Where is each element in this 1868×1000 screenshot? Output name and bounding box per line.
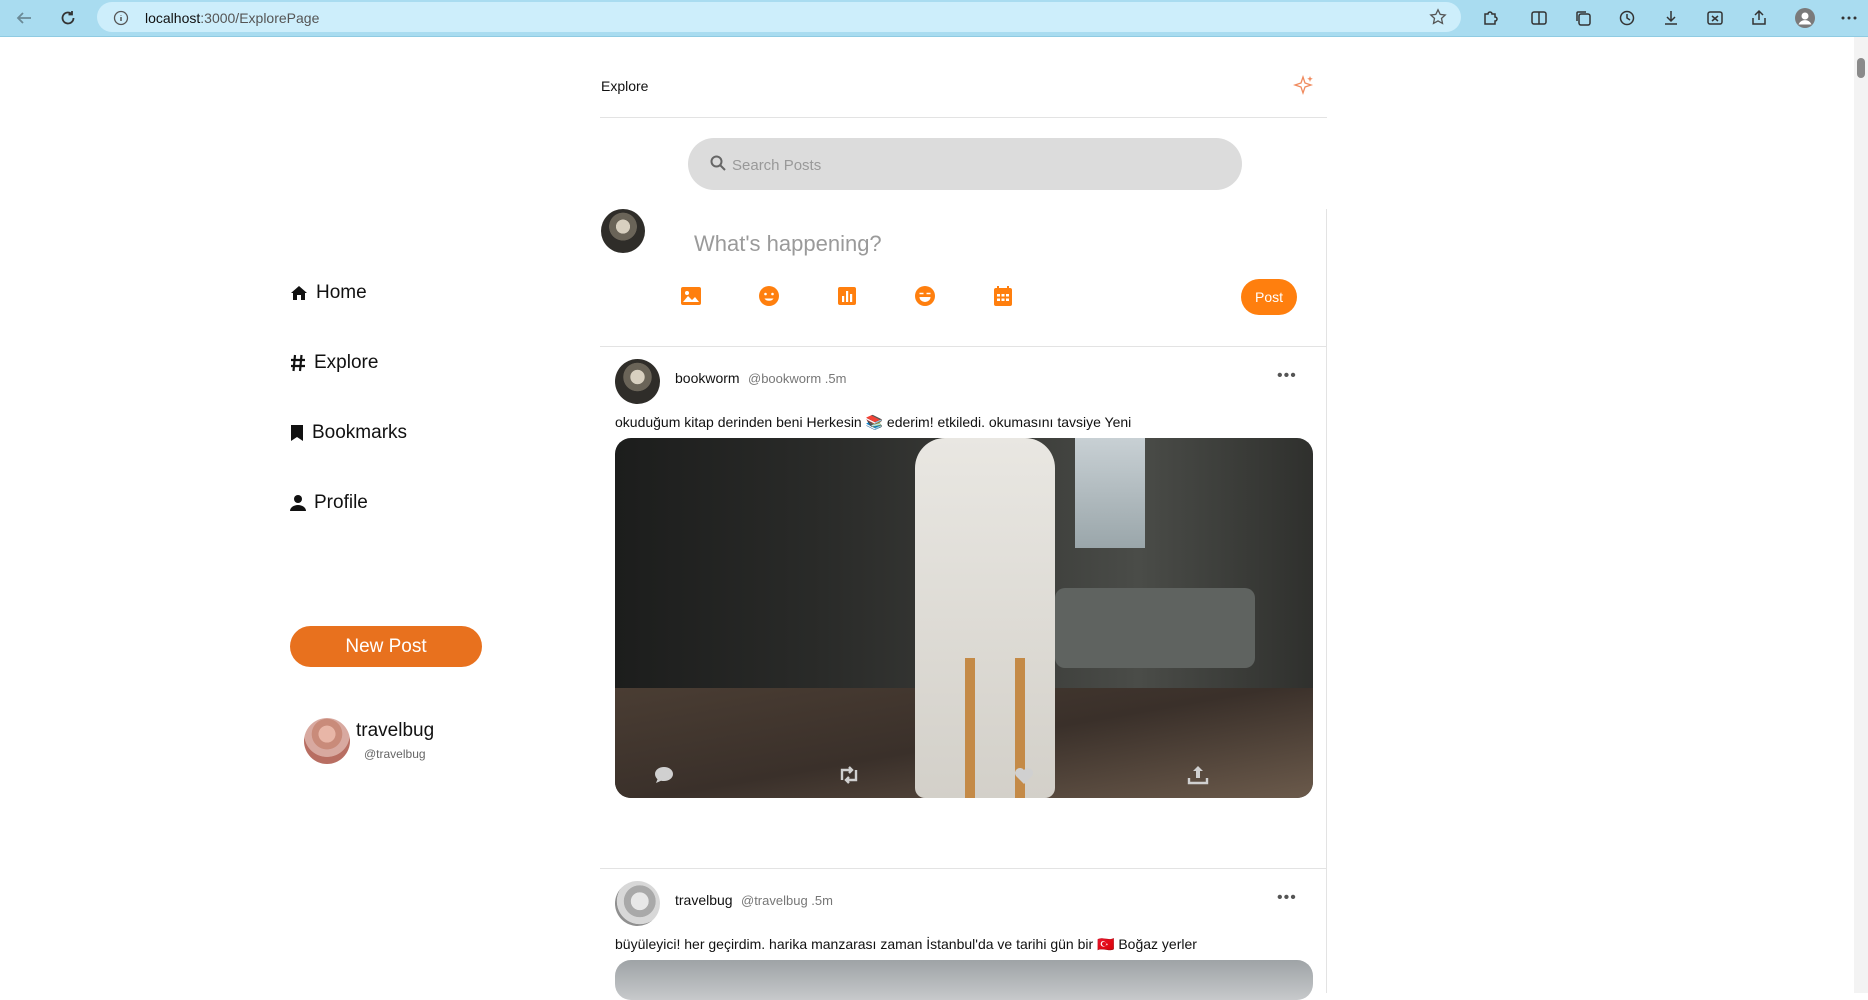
avatar[interactable]	[615, 359, 660, 404]
bookmark-icon	[291, 425, 303, 441]
avatar	[601, 209, 645, 253]
post-meta: @travelbug .5m	[741, 893, 833, 908]
user-icon	[290, 495, 306, 511]
extensions-button[interactable]	[1478, 6, 1502, 30]
post-text: okuduğum kitap derinden beni Herkesin 📚 …	[615, 414, 1132, 430]
post-author-name[interactable]: bookworm	[675, 370, 740, 386]
comment-icon	[655, 767, 673, 783]
current-user-name: travelbug	[356, 720, 435, 741]
emoji-button[interactable]	[756, 283, 782, 309]
collections-button[interactable]	[1571, 6, 1595, 30]
url-text: localhost:3000/ExplorePage	[145, 10, 320, 26]
upload-share-icon	[1187, 766, 1209, 785]
browser-toolbar: localhost:3000/ExplorePage	[0, 0, 1868, 37]
post-photo	[615, 438, 1313, 798]
search-input[interactable]	[730, 152, 1214, 178]
favorite-star-icon[interactable]	[1429, 8, 1447, 26]
settings-menu-button[interactable]	[1837, 6, 1861, 30]
reload-button[interactable]	[56, 6, 80, 30]
sidebar-item-label: Home	[316, 282, 367, 303]
page-scrollbar[interactable]	[1854, 37, 1868, 993]
avatar[interactable]	[615, 881, 660, 926]
post-author-name[interactable]: travelbug	[675, 892, 733, 908]
main-feed: Explore Post bookworm @bookwor	[600, 37, 1327, 1000]
schedule-button[interactable]	[990, 283, 1016, 309]
site-info-icon[interactable]	[113, 10, 129, 26]
profile-button[interactable]	[1793, 6, 1817, 30]
sidebar-item-label: Bookmarks	[312, 422, 408, 443]
reload-icon	[61, 11, 75, 25]
search-icon	[710, 155, 726, 171]
reply-button[interactable]	[651, 762, 677, 788]
address-bar[interactable]: localhost:3000/ExplorePage	[97, 2, 1461, 32]
poll-icon	[838, 287, 856, 305]
profile-avatar-icon	[1795, 8, 1815, 28]
new-post-button[interactable]: New Post	[290, 626, 482, 667]
share-icon	[1752, 9, 1766, 25]
downloads-button[interactable]	[1659, 6, 1683, 30]
split-screen-button[interactable]	[1527, 6, 1551, 30]
sidebar-item-profile[interactable]: Profile	[290, 492, 368, 514]
post-card: bookworm @bookworm .5m ••• okuduğum kita…	[600, 347, 1327, 869]
post-text: büyüleyici! her geçirdim. harika manzara…	[615, 936, 1197, 952]
post-photo	[615, 960, 1313, 1000]
heart-icon	[1015, 768, 1033, 784]
download-icon	[1665, 11, 1677, 25]
more-horizontal-icon	[1841, 16, 1857, 20]
post-options-button[interactable]: •••	[1277, 889, 1297, 907]
sidebar-item-label: Explore	[314, 352, 379, 373]
share-post-button[interactable]	[1185, 762, 1211, 788]
image-icon	[681, 287, 701, 305]
post-card: travelbug @travelbug .5m ••• büyüleyici!…	[600, 869, 1327, 1000]
sidebar-item-home[interactable]: Home	[290, 282, 367, 304]
sidebar-item-bookmarks[interactable]: Bookmarks	[290, 422, 407, 444]
gif-emoji-button[interactable]	[912, 283, 938, 309]
sidebar-item-explore[interactable]: Explore	[290, 352, 378, 374]
history-button[interactable]	[1615, 6, 1639, 30]
collections-icon	[1576, 11, 1591, 26]
page-title: Explore	[601, 78, 649, 94]
compose-input[interactable]	[692, 223, 1256, 265]
poll-button[interactable]	[834, 283, 860, 309]
history-icon	[1619, 10, 1635, 26]
like-button[interactable]	[1011, 762, 1037, 788]
post-meta: @bookworm .5m	[748, 371, 847, 386]
repost-icon	[840, 766, 858, 784]
schedule-icon	[994, 286, 1012, 306]
post-composer: Post	[600, 209, 1327, 347]
post-options-button[interactable]: •••	[1277, 367, 1297, 385]
back-arrow-icon	[16, 12, 31, 24]
sidebar-item-label: Profile	[314, 492, 368, 513]
sparkle-icon[interactable]	[1293, 75, 1315, 97]
home-icon	[291, 286, 307, 300]
puzzle-icon	[1484, 11, 1498, 25]
image-upload-button[interactable]	[678, 283, 704, 309]
page-header: Explore	[600, 37, 1327, 118]
post-image[interactable]	[615, 438, 1313, 798]
emoji-icon	[759, 286, 779, 306]
search-bar	[688, 138, 1242, 190]
scrollbar-thumb[interactable]	[1857, 58, 1865, 78]
post-image[interactable]	[615, 960, 1313, 1000]
avatar	[304, 718, 350, 764]
post-button[interactable]: Post	[1241, 279, 1297, 315]
hashtag-icon	[291, 354, 305, 372]
current-user-handle: @travelbug	[364, 747, 426, 761]
repost-button[interactable]	[836, 762, 862, 788]
share-button[interactable]	[1747, 6, 1771, 30]
split-screen-icon	[1531, 11, 1547, 25]
web-capture-button[interactable]	[1703, 6, 1727, 30]
back-button[interactable]	[12, 6, 36, 30]
web-capture-icon	[1707, 11, 1723, 25]
gif-emoji-icon	[915, 286, 935, 306]
